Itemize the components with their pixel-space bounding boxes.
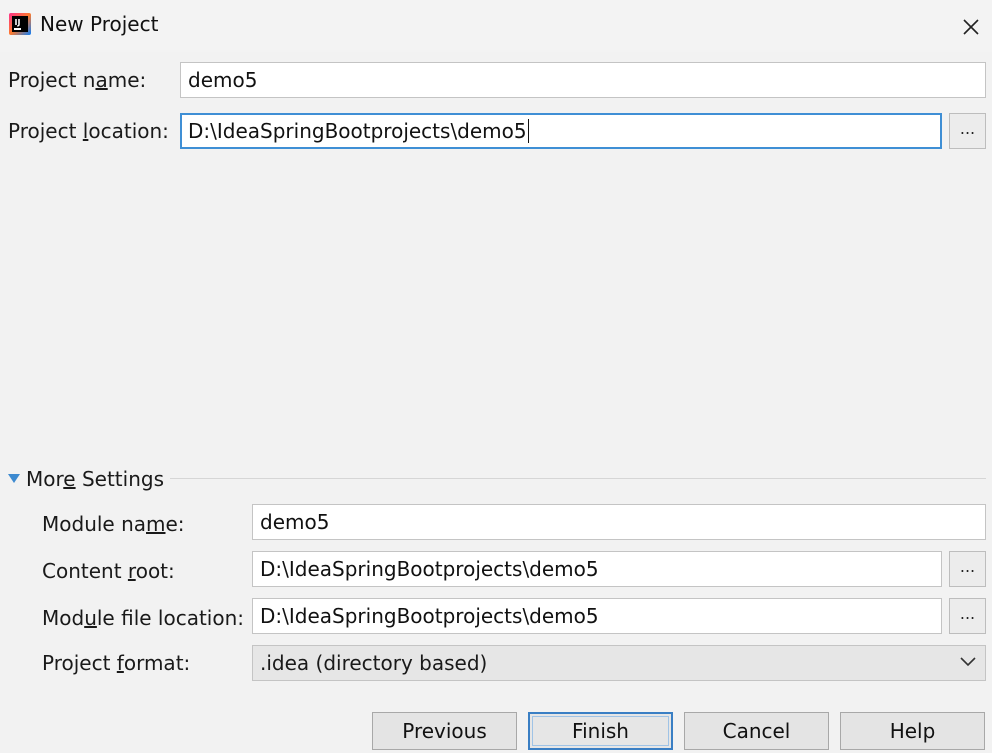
more-settings-label: More Settings: [26, 467, 164, 491]
help-button[interactable]: Help: [840, 712, 985, 750]
module-name-value: demo5: [260, 510, 330, 534]
finish-button[interactable]: Finish: [528, 712, 673, 750]
content-root-browse-button[interactable]: ...: [949, 551, 986, 587]
section-divider: [170, 478, 986, 479]
close-icon[interactable]: [956, 12, 986, 42]
module-name-input[interactable]: demo5: [252, 504, 986, 540]
content-root-input[interactable]: D:\IdeaSpringBootprojects\demo5: [252, 551, 942, 587]
cancel-button[interactable]: Cancel: [684, 712, 829, 750]
project-format-value: .idea (directory based): [260, 651, 488, 675]
module-file-location-input[interactable]: D:\IdeaSpringBootprojects\demo5: [252, 598, 942, 634]
module-file-location-browse-button[interactable]: ...: [949, 598, 986, 634]
project-location-label: Project location:: [8, 119, 169, 143]
title-bar: IJ New Project: [0, 0, 992, 52]
module-name-label: Module name:: [42, 512, 185, 536]
project-format-label: Project format:: [42, 651, 191, 675]
project-location-value: D:\IdeaSpringBootprojects\demo5: [188, 119, 527, 143]
previous-button[interactable]: Previous: [372, 712, 517, 750]
content-root-label: Content root:: [42, 559, 175, 583]
project-location-input[interactable]: D:\IdeaSpringBootprojects\demo5: [180, 113, 942, 149]
intellij-idea-icon: IJ: [9, 13, 31, 35]
project-name-label: Project name:: [8, 68, 147, 92]
chevron-down-icon: [960, 657, 976, 667]
project-format-select[interactable]: .idea (directory based): [252, 645, 986, 681]
module-file-location-label: Module file location:: [42, 606, 245, 630]
project-name-value: demo5: [188, 68, 258, 92]
window-title: New Project: [40, 12, 159, 36]
project-location-browse-button[interactable]: ...: [949, 113, 986, 149]
text-caret: [527, 119, 529, 143]
project-name-input[interactable]: demo5: [180, 62, 986, 98]
svg-text:IJ: IJ: [15, 18, 21, 27]
module-file-location-value: D:\IdeaSpringBootprojects\demo5: [260, 604, 599, 628]
expand-triangle-icon: [8, 474, 20, 483]
content-root-value: D:\IdeaSpringBootprojects\demo5: [260, 557, 599, 581]
